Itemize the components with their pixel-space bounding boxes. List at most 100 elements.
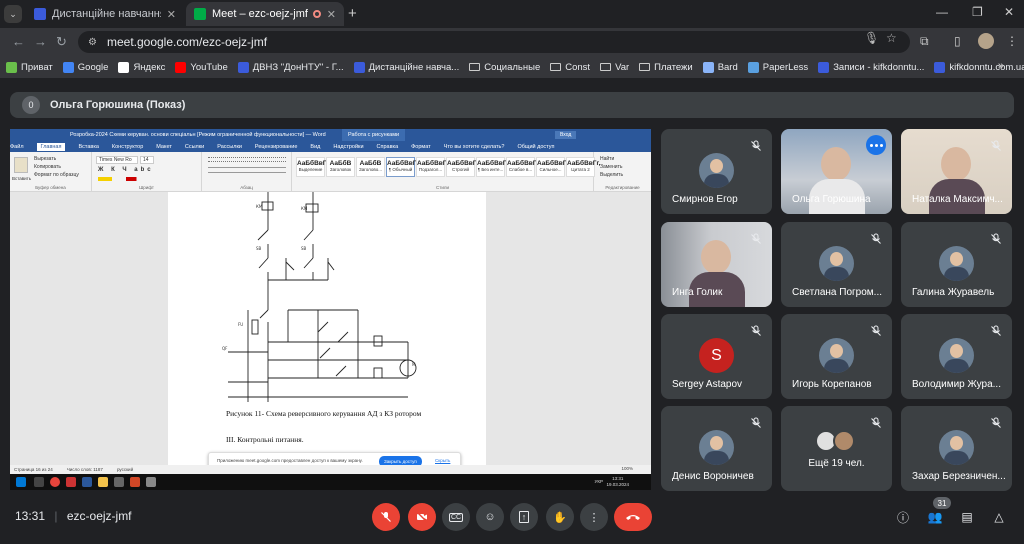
align-icons [208,167,286,173]
captions-button[interactable]: CC [442,503,470,531]
bookmark-label: kifkdonntu.com.ua [949,61,1024,73]
mic-muted-icon [870,324,882,336]
style-sample: АаБбВвГ [417,160,447,167]
reactions-button[interactable]: ☺ [476,503,504,531]
font-format-icons: Ж К Ч abc [98,167,154,173]
participant-tile[interactable]: Наталка Максимч... [901,129,1012,214]
mic-muted-icon [870,416,882,428]
leave-call-button[interactable] [614,503,652,531]
site-icon [934,61,946,73]
bookmark-label: Записи - kifkdonntu... [833,61,925,73]
bookmark-item[interactable]: YouTube [175,61,228,73]
mic-muted-icon [990,232,1002,244]
bookmark-item[interactable]: Социальные [469,62,540,73]
bookmark-item[interactable]: Яндекс [118,61,165,73]
word-menu-item: Формат [411,143,431,150]
present-button[interactable]: ↑ [510,503,538,531]
list-icons [208,157,286,162]
participant-name: Светлана Погром... [792,287,882,298]
participant-tile[interactable]: Смирнов Егор [661,129,772,214]
profile-avatar[interactable] [978,33,994,49]
close-tab-icon[interactable]: ✕ [327,8,336,21]
participant-name: Денис Вороничев [672,471,754,482]
mic-muted-icon [870,232,882,244]
extensions-icon[interactable]: ⧉ [920,34,929,49]
participant-tile[interactable]: Игорь Корепанов [781,314,892,399]
style-sample: АаБбВвГг [447,160,480,167]
more-bookmarks-icon[interactable]: » [998,60,1004,72]
style-name: ¶ Без инте... [477,167,504,172]
mic-off-icon [381,512,391,522]
tab-title: Дистанційне навчання в ВСП [52,8,161,20]
mic-icon[interactable]: 🎙 [864,31,879,45]
address-bar[interactable]: ⚙ meet.google.com/ezc-oejz-jmf [78,31,910,53]
participant-tile[interactable]: Галина Журавель [901,222,1012,307]
close-tab-icon[interactable]: ✕ [167,8,176,21]
site-info-icon[interactable]: ⚙ [88,37,97,48]
tab-distance-learning[interactable]: Дистанційне навчання в ВСП ✕ [26,2,184,26]
participant-tile[interactable]: Ольга Горюшина [781,129,892,214]
menu-icon[interactable]: ⋮ [1006,34,1018,48]
clipboard-group: Вставить Вырезать Копировать Формат по о… [10,152,92,192]
side-panel-icon[interactable]: ▯ [954,34,961,48]
mic-off-button[interactable] [372,503,400,531]
raise-hand-button[interactable]: ✋ [546,503,574,531]
bookmark-item[interactable]: Bard [702,61,738,73]
new-tab-icon[interactable]: + [348,5,357,22]
style-name: Слабое в... [508,167,533,172]
activities-button[interactable]: △ [990,508,1008,526]
style-item: АаБбВ Заголовок [326,157,355,177]
mic-muted-icon [990,139,1002,151]
meeting-details-button[interactable]: ⓘ [894,508,912,526]
camera-off-button[interactable] [408,503,436,531]
bard-icon [702,61,714,73]
group-label: Абзац [240,185,253,190]
bookmark-item[interactable]: Записи - kifkdonntu... [818,61,925,73]
bookmark-item[interactable]: PaperLess [747,61,808,73]
tab-meet[interactable]: Meet – ezc-oejz-jmf ✕ [186,2,344,26]
bookmark-star-icon[interactable]: ☆ [886,31,897,45]
bookmark-item[interactable]: Дистанційне навча... [353,61,459,73]
bookmark-item[interactable]: Var [600,62,629,73]
url-text: meet.google.com/ezc-oejz-jmf [106,35,268,49]
recording-icon [312,10,321,18]
participant-avatar: S [699,338,734,373]
bookmark-label: ДВНЗ "ДонНТУ" - Г... [252,61,344,73]
meeting-controls-bar: 13:31 | ezc-oejz-jmf CC ☺ ↑ ✋ ⋮ ⓘ 👥 ▤ △ [0,496,1024,544]
mic-muted-icon [750,232,762,244]
style-item: АаБбВвГг Строгий [446,157,480,177]
bookmark-item[interactable]: Google [62,61,108,73]
style-name: Сильное... [539,167,562,172]
chat-button[interactable]: ▤ [958,508,976,526]
word-ribbon: Вставить Вырезать Копировать Формат по о… [10,152,651,192]
chat-icon: ▤ [961,510,973,524]
participant-tile[interactable]: Денис Вороничев [661,406,772,491]
close-window-icon[interactable]: ✕ [1004,5,1014,19]
reload-icon[interactable]: ↻ [56,34,67,50]
participant-tile[interactable]: S Sergey Astapov [661,314,772,399]
people-button[interactable]: 👥 [926,508,944,526]
chrome-icon [50,477,60,487]
bookmark-item[interactable]: ДВНЗ "ДонНТУ" - Г... [237,61,344,73]
forward-icon[interactable]: → [34,34,47,49]
document-area: КМ КМ SB SB FU QF M Рисунок 11- Схема ре… [10,192,651,465]
minimize-icon[interactable]: — [936,5,948,19]
style-item: АаБбВвГг, Выделение [296,157,330,177]
participant-tile[interactable]: Захар Березничен... [901,406,1012,491]
more-options-button[interactable]: ⋮ [580,503,608,531]
participant-tile[interactable]: Светлана Погром... [781,222,892,307]
bookmark-item[interactable]: Приват [6,61,53,73]
participant-tile[interactable]: Ещё 19 чел. [781,406,892,491]
info-icon: ⓘ [896,510,909,525]
participant-tile[interactable]: Инга Голик [661,222,772,307]
bookmark-label: Платежи [654,61,693,73]
participant-tile[interactable]: Володимир Жура... [901,314,1012,399]
mic-muted-icon [750,324,762,336]
back-icon[interactable]: ← [12,34,25,49]
bookmark-item[interactable]: kifkdonntu.com.ua [934,61,1024,73]
bookmark-item[interactable]: Платежи [639,62,693,73]
maximize-icon[interactable]: ❐ [972,5,983,19]
bookmark-item[interactable]: Const [550,62,590,73]
word-menu-item: Справка [376,143,399,150]
tab-search-icon[interactable]: ⌄ [4,5,22,23]
